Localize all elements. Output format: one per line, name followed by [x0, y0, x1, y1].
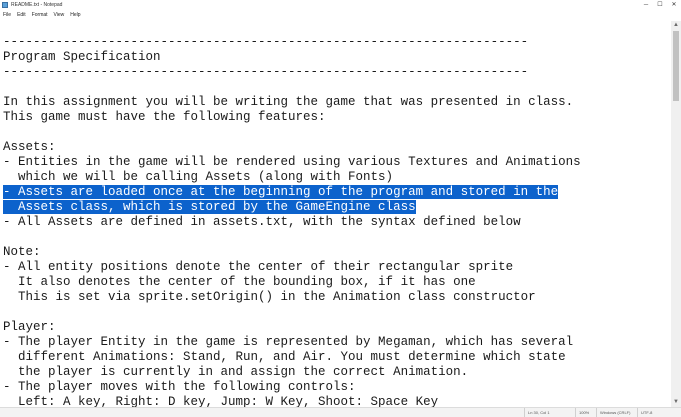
line-text: - Entities in the game will be rendered … [3, 155, 581, 169]
line-text: ----------------------------------------… [3, 35, 529, 49]
scroll-down-icon[interactable]: ▼ [671, 398, 681, 407]
line-text: Note: [3, 245, 41, 259]
line-text: different Animations: Stand, Run, and Ai… [3, 350, 566, 364]
title-bar: README.txt - Notepad ─ ☐ ✕ [0, 0, 681, 10]
vertical-scrollbar[interactable]: ▲ ▼ [671, 21, 681, 407]
line-text: - All entity positions denote the center… [3, 260, 514, 274]
text-line[interactable]: ----------------------------------------… [3, 65, 528, 80]
line-text: - All Assets are defined in assets.txt, … [3, 215, 521, 229]
text-line[interactable]: Assets class, which is stored by the Gam… [3, 200, 416, 215]
text-line[interactable]: - The player moves with the following co… [3, 380, 356, 395]
menu-file[interactable]: File [0, 10, 14, 21]
text-line[interactable]: Assets: [3, 140, 56, 155]
text-line[interactable]: different Animations: Stand, Run, and Ai… [3, 350, 566, 365]
selected-text: Assets class, which is stored by the Gam… [3, 200, 416, 214]
text-line[interactable]: Player: [3, 320, 56, 335]
text-line[interactable]: In this assignment you will be writing t… [3, 95, 573, 110]
text-line[interactable]: This is set via sprite.setOrigin() in th… [3, 290, 536, 305]
notepad-app-icon [2, 2, 8, 8]
maximize-button[interactable]: ☐ [653, 0, 667, 10]
text-line[interactable]: ----------------------------------------… [3, 35, 528, 50]
minimize-button[interactable]: ─ [639, 0, 653, 10]
line-text: - The player moves with the following co… [3, 380, 356, 394]
text-line[interactable]: Program Specification [3, 50, 161, 65]
line-ending: Windows (CRLF) [596, 408, 630, 417]
scroll-up-icon[interactable]: ▲ [671, 21, 681, 30]
menu-format[interactable]: Format [29, 10, 51, 21]
menu-help[interactable]: Help [67, 10, 83, 21]
cursor-position: Ln 30, Col 1 [524, 408, 550, 417]
line-text: Program Specification [3, 50, 161, 64]
text-line[interactable]: - All Assets are defined in assets.txt, … [3, 215, 521, 230]
text-line[interactable]: - Assets are loaded once at the beginnin… [3, 185, 559, 200]
text-line[interactable]: the player is currently in and assign th… [3, 365, 468, 380]
text-line[interactable]: Left: A key, Right: D key, Jump: W Key, … [3, 395, 438, 407]
scrollbar-thumb[interactable] [673, 31, 679, 101]
line-text: Player: [3, 320, 56, 334]
line-text: ----------------------------------------… [3, 65, 529, 79]
window-controls: ─ ☐ ✕ [639, 0, 681, 10]
line-text: This is set via sprite.setOrigin() in th… [3, 290, 536, 304]
menu-edit[interactable]: Edit [14, 10, 29, 21]
status-bar: Ln 30, Col 1 100% Windows (CRLF) UTF-8 [0, 407, 681, 417]
text-editor[interactable]: ----------------------------------------… [0, 21, 671, 407]
line-text: This game must have the following featur… [3, 110, 326, 124]
text-line[interactable]: This game must have the following featur… [3, 110, 326, 125]
line-text: - The player Entity in the game is repre… [3, 335, 574, 349]
text-line[interactable]: - The player Entity in the game is repre… [3, 335, 573, 350]
text-line[interactable]: - Entities in the game will be rendered … [3, 155, 581, 170]
line-text: Assets: [3, 140, 56, 154]
close-button[interactable]: ✕ [667, 0, 681, 10]
menu-view[interactable]: View [51, 10, 68, 21]
text-line[interactable]: - All entity positions denote the center… [3, 260, 513, 275]
line-text: the player is currently in and assign th… [3, 365, 469, 379]
text-line[interactable]: It also denotes the center of the boundi… [3, 275, 476, 290]
text-line[interactable]: Note: [3, 245, 41, 260]
menu-bar: File Edit Format View Help [0, 10, 681, 21]
line-text: In this assignment you will be writing t… [3, 95, 574, 109]
line-text: It also denotes the center of the boundi… [3, 275, 476, 289]
text-line[interactable]: which we will be calling Assets (along w… [3, 170, 393, 185]
encoding: UTF-8 [637, 408, 652, 417]
selected-text: - Assets are loaded once at the beginnin… [3, 185, 559, 199]
zoom-level: 100% [575, 408, 589, 417]
line-text: Left: A key, Right: D key, Jump: W Key, … [3, 395, 439, 407]
window-title: README.txt - Notepad [11, 2, 63, 8]
line-text: which we will be calling Assets (along w… [3, 170, 394, 184]
